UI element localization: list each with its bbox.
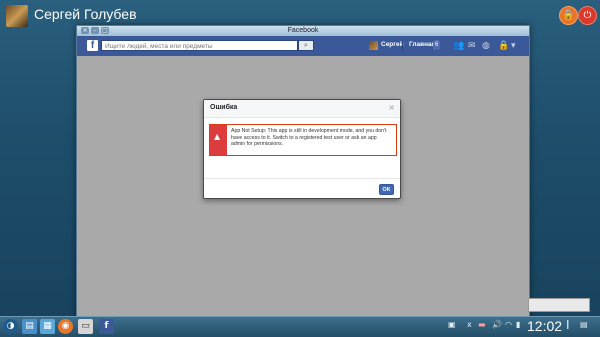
keyboard-flag-icon[interactable]: ▬ <box>478 320 486 329</box>
error-dialog: Ошибка × ▲ App Not Setup: This app is st… <box>203 99 401 199</box>
clock[interactable]: 12:02 <box>527 318 562 334</box>
desktop-widget[interactable] <box>528 298 590 312</box>
lock-icon: 🔒 <box>562 10 575 21</box>
error-message: App Not Setup: This app is still in deve… <box>231 128 387 148</box>
search-input[interactable]: Ищите людей, места или предметы <box>101 40 298 51</box>
power-icon: ⏻ <box>583 10 592 21</box>
profile-link[interactable]: Сергей <box>381 41 404 48</box>
dialog-footer: OK <box>204 178 400 199</box>
alert-strip: ▲ <box>210 125 227 155</box>
window-title: Facebook <box>287 27 319 34</box>
lock-button[interactable]: 🔒 <box>559 6 578 25</box>
profile-avatar[interactable] <box>369 41 378 50</box>
folder-icon[interactable]: ▦ <box>40 319 55 334</box>
volume-icon[interactable]: 🔊 <box>492 320 502 329</box>
close-icon[interactable]: × <box>388 103 395 112</box>
text-cursor-icon[interactable]: I <box>566 318 570 332</box>
ok-button[interactable]: OK <box>379 184 394 195</box>
user-name: Сергей Голубев <box>34 6 137 22</box>
user-avatar[interactable] <box>6 5 28 27</box>
network-folder-icon[interactable]: ▣ <box>448 320 456 329</box>
warning-icon: ▲ <box>214 132 221 141</box>
error-alert: ▲ App Not Setup: This app is still in de… <box>209 124 397 156</box>
dialog-title: Ошибка <box>210 104 238 111</box>
privacy-icon[interactable]: 🔒 <box>498 40 509 52</box>
window-titlebar[interactable]: × – □ Facebook <box>77 26 529 36</box>
search-icon: ⌕ <box>304 41 308 49</box>
facebook-logo[interactable]: f <box>87 40 98 51</box>
home-link[interactable]: Главная <box>409 41 435 48</box>
terminal-icon[interactable]: ▭ <box>78 319 93 334</box>
dialog-header: Ошибка × <box>204 100 400 118</box>
power-button[interactable]: ⏻ <box>578 6 597 25</box>
start-menu-icon[interactable]: ◑ <box>3 319 18 334</box>
wifi-icon[interactable]: ◠ <box>505 320 512 329</box>
file-manager-icon[interactable]: ▤ <box>22 319 37 334</box>
notifications-icon[interactable]: ◍ <box>482 40 490 52</box>
battery-icon[interactable]: ▮ <box>516 320 520 329</box>
friend-requests-icon[interactable]: 👥 <box>453 40 464 52</box>
home-count-badge: 6 <box>433 40 441 50</box>
settings-dropdown-icon[interactable]: ▾ <box>511 40 516 52</box>
header-divider <box>402 41 403 51</box>
show-desktop-icon[interactable]: ▤ <box>580 320 588 329</box>
messages-icon[interactable]: ✉ <box>468 40 476 52</box>
firefox-icon[interactable]: ◉ <box>58 319 73 334</box>
x-icon[interactable]: x <box>467 320 472 329</box>
facebook-header: f Ищите людей, места или предметы ⌕ Серг… <box>77 36 529 56</box>
search-button[interactable]: ⌕ <box>298 40 314 51</box>
facebook-taskbar-icon[interactable]: f <box>99 319 114 334</box>
taskbar: ◑ ▤ ▦ ◉ ▭ f ▣ x ▬ 🔊 ◠ ▮ 12:02 I ▤ <box>0 316 600 337</box>
